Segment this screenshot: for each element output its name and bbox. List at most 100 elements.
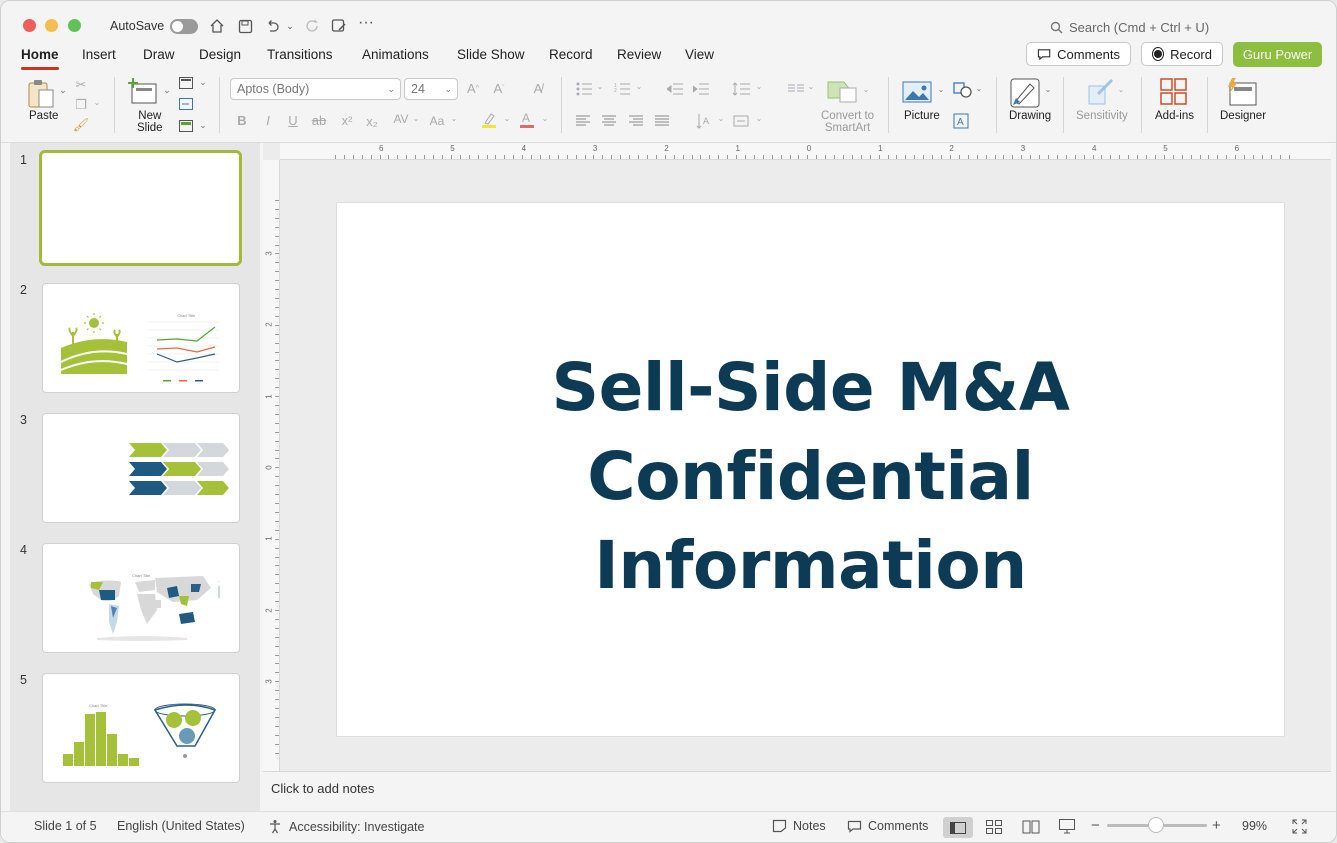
search-field[interactable]: Search (Cmd + Ctrl + U) — [1050, 18, 1250, 36]
zoom-slider-knob[interactable] — [1148, 817, 1164, 833]
clear-formatting-icon[interactable]: A̸ — [530, 79, 546, 97]
bullets-icon[interactable] — [575, 81, 593, 97]
reset-icon[interactable] — [178, 97, 194, 111]
decrease-indent-icon[interactable] — [667, 81, 683, 97]
new-slide-chevron-icon[interactable]: ⌄ — [162, 85, 172, 96]
tab-review[interactable]: Review — [617, 44, 661, 66]
cut-icon[interactable]: ✂ — [73, 77, 89, 93]
tab-record[interactable]: Record — [549, 44, 593, 66]
fit-to-window-icon[interactable] — [1292, 819, 1307, 837]
justify-icon[interactable] — [654, 113, 670, 129]
notes-toggle-button[interactable]: Notes — [772, 819, 826, 833]
highlight-chevron-icon[interactable]: ⌄ — [503, 114, 511, 123]
copy-icon[interactable]: ❐ — [73, 97, 89, 113]
change-case-chevron-icon[interactable]: ⌄ — [450, 114, 458, 123]
columns-icon[interactable] — [787, 81, 805, 97]
slide-thumbnail-3[interactable] — [42, 413, 240, 523]
clipboard-icon[interactable] — [25, 77, 57, 111]
line-spacing-chevron-icon[interactable]: ⌄ — [755, 82, 763, 91]
tab-slide-show[interactable]: Slide Show — [457, 44, 525, 66]
align-right-icon[interactable] — [628, 113, 644, 129]
more-options-icon[interactable]: ··· — [357, 13, 375, 33]
slide-thumbnail-5[interactable]: Chart Title — [42, 673, 240, 783]
numbering-chevron-icon[interactable]: ⌄ — [635, 82, 643, 91]
font-color-icon[interactable]: A — [519, 111, 535, 129]
section-icon[interactable] — [178, 119, 194, 133]
align-center-icon[interactable] — [601, 113, 617, 129]
sensitivity-chevron-icon[interactable]: ⌄ — [1117, 85, 1125, 94]
autosave-toggle[interactable] — [170, 19, 198, 34]
columns-chevron-icon[interactable]: ⌄ — [807, 82, 815, 91]
increase-indent-icon[interactable] — [693, 81, 709, 97]
font-color-chevron-icon[interactable]: ⌄ — [541, 114, 549, 123]
reading-view-icon[interactable] — [1022, 820, 1040, 837]
record-button[interactable]: Record — [1141, 42, 1223, 66]
bold-icon[interactable]: B — [235, 112, 249, 128]
numbering-icon[interactable]: 12 — [613, 81, 631, 97]
drawing-chevron-icon[interactable]: ⌄ — [1044, 85, 1052, 94]
tab-insert[interactable]: Insert — [82, 44, 116, 66]
designer-icon[interactable] — [1225, 76, 1259, 108]
comments-button[interactable]: Comments — [1026, 42, 1131, 66]
smartart-icon[interactable] — [825, 77, 859, 105]
slide-sorter-icon[interactable] — [986, 820, 1002, 837]
layout-chevron-icon[interactable]: ⌄ — [198, 77, 208, 88]
save-as-icon[interactable] — [330, 16, 348, 36]
increase-font-size-icon[interactable]: A ^ — [465, 79, 481, 97]
zoom-level[interactable]: 99% — [1242, 819, 1267, 833]
tab-transitions[interactable]: Transitions — [267, 44, 333, 66]
align-text-chevron-icon[interactable]: ⌄ — [755, 114, 763, 123]
undo-icon[interactable] — [263, 16, 281, 36]
drawing-icon[interactable] — [1009, 77, 1041, 109]
notes-pane[interactable]: Click to add notes — [263, 771, 1331, 811]
slide-show-icon[interactable] — [1059, 819, 1075, 837]
align-text-icon[interactable] — [732, 112, 750, 130]
italic-icon[interactable]: I — [261, 112, 275, 128]
normal-view-icon[interactable] — [943, 817, 973, 838]
smartart-chevron-icon[interactable]: ⌄ — [862, 85, 870, 94]
language-indicator[interactable]: English (United States) — [117, 819, 245, 833]
underline-icon[interactable]: U — [286, 112, 300, 128]
guru-power-button[interactable]: Guru Power — [1233, 42, 1322, 67]
picture-chevron-icon[interactable]: ⌄ — [937, 85, 945, 94]
home-icon[interactable] — [208, 16, 226, 36]
font-name-select[interactable]: Aptos (Body) ⌄ — [230, 78, 401, 100]
undo-dropdown-chevron-icon[interactable]: ⌄ — [284, 16, 296, 36]
tab-animations[interactable]: Animations — [362, 44, 429, 66]
redo-icon[interactable] — [303, 16, 321, 36]
text-box-icon[interactable]: A — [952, 112, 970, 130]
tab-view[interactable]: View — [685, 44, 714, 66]
change-case-icon[interactable]: Aa — [427, 113, 447, 129]
superscript-icon[interactable]: x² — [339, 112, 355, 128]
copy-chevron-icon[interactable]: ⌄ — [93, 98, 101, 107]
format-painter-icon[interactable]: 🖌 — [73, 117, 90, 133]
slide-canvas[interactable]: Sell-Side M&A Confidential Information — [337, 203, 1284, 736]
zoom-in-button[interactable]: + — [1212, 817, 1221, 834]
tab-home[interactable]: Home — [21, 44, 59, 70]
strikethrough-icon[interactable]: ab — [311, 112, 327, 128]
layout-icon[interactable] — [178, 76, 194, 90]
slide-thumbnail-1[interactable] — [39, 150, 242, 266]
decrease-font-size-icon[interactable]: Aˇ — [491, 79, 507, 97]
character-spacing-chevron-icon[interactable]: ⌄ — [412, 114, 420, 123]
add-ins-icon[interactable] — [1159, 77, 1189, 107]
line-spacing-icon[interactable] — [732, 81, 750, 97]
character-spacing-icon[interactable]: AV — [389, 111, 413, 127]
subscript-icon[interactable]: x₂ — [364, 113, 380, 129]
sensitivity-icon[interactable] — [1085, 77, 1117, 107]
comments-toggle-button[interactable]: Comments — [847, 819, 928, 833]
align-left-icon[interactable] — [575, 113, 591, 129]
accessibility-status[interactable]: Accessibility: Investigate — [268, 819, 424, 834]
shapes-chevron-icon[interactable]: ⌄ — [975, 84, 983, 93]
section-chevron-icon[interactable]: ⌄ — [198, 120, 208, 131]
tab-draw[interactable]: Draw — [143, 44, 175, 66]
bullets-chevron-icon[interactable]: ⌄ — [596, 82, 604, 91]
slide-thumbnail-2[interactable]: Chart Title — [42, 283, 240, 393]
text-direction-chevron-icon[interactable]: ⌄ — [717, 114, 725, 123]
tab-design[interactable]: Design — [199, 44, 241, 66]
highlight-icon[interactable] — [481, 111, 497, 129]
font-size-select[interactable]: 24 ⌄ — [404, 78, 458, 100]
slide-title[interactable]: Sell-Side M&A Confidential Information — [337, 343, 1284, 610]
slide-thumbnail-4[interactable]: Chart Title — — [42, 543, 240, 653]
zoom-window-button[interactable] — [68, 19, 81, 32]
